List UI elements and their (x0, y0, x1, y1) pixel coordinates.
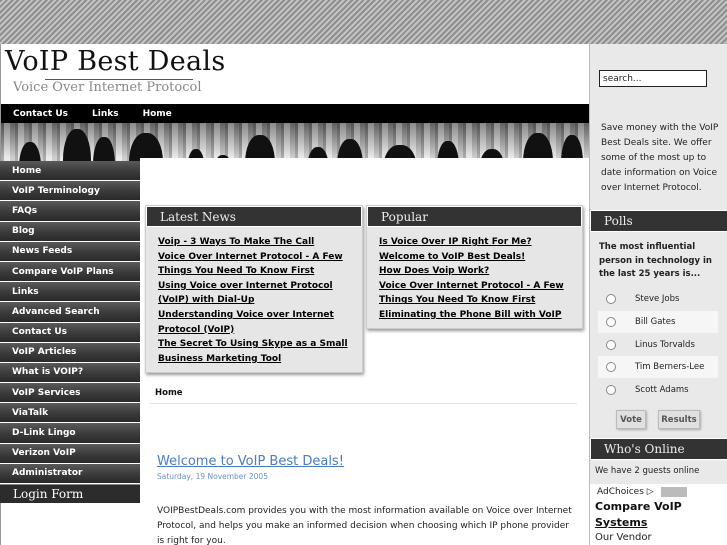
radio-button[interactable] (606, 294, 616, 304)
whos-online-heading: Who's Online (590, 438, 727, 460)
radio-button[interactable] (606, 362, 616, 372)
latest-news-link[interactable]: The Secret To Using Skype as a Small Bus… (158, 339, 348, 364)
adchoices-text: AdChoices (597, 487, 644, 497)
ad-body-text: Our Vendor (595, 532, 652, 543)
list-item: Is Voice Over IP Right For Me? (379, 235, 572, 250)
adchoices-label[interactable]: AdChoices ▷ (597, 487, 654, 497)
poll-option[interactable]: Linus Torvalds (598, 334, 718, 356)
popular-heading: Popular (367, 206, 582, 227)
promo-text: Save money with the VoIP Best Deals site… (601, 123, 719, 193)
popular-link[interactable]: Eliminating the Phone Bill with VoIP (379, 310, 562, 320)
ad-title[interactable]: Compare VoIP Systems (595, 499, 682, 530)
leftnav-item-links[interactable]: Links (0, 282, 140, 303)
popular-link[interactable]: Is Voice Over IP Right For Me? (379, 237, 532, 247)
ad-title-line2: Systems (595, 515, 648, 529)
poll-option-label: Scott Adams (635, 385, 689, 395)
poll-question: The most influential person in technolog… (599, 242, 712, 279)
list-item: How Does Voip Work? (379, 264, 572, 279)
list-item: Using Voice over Internet Protocol (VoIP… (158, 279, 352, 308)
topnav-contact-us[interactable]: Contact Us (13, 109, 68, 119)
leftnav-item-administrator[interactable]: Administrator (0, 463, 140, 484)
site-subtitle: Voice Over Internet Protocol (13, 80, 202, 95)
poll-option[interactable]: Steve Jobs (598, 288, 718, 310)
ad-block: AdChoices ▷ Compare VoIP Systems Our Ven… (590, 484, 727, 545)
latest-news-box: Latest News Voip - 3 Ways To Make The Ca… (145, 205, 363, 373)
left-nav: Home VoIP Terminology FAQs Blog News Fee… (0, 161, 140, 503)
poll-option-label: Linus Torvalds (635, 340, 695, 350)
latest-news-link[interactable]: Using Voice over Internet Protocol (VoIP… (158, 281, 333, 306)
leftnav-item-home[interactable]: Home (0, 161, 140, 182)
online-count-text: We have 2 guests online (595, 466, 700, 476)
popular-box: Popular Is Voice Over IP Right For Me? W… (366, 205, 583, 329)
poll-option[interactable]: Tim Berners-Lee (598, 356, 718, 378)
poll-option[interactable]: Scott Adams (598, 379, 718, 401)
breadcrumb: Home (155, 388, 183, 398)
right-sidebar: Save money with the VoIP Best Deals site… (589, 44, 727, 545)
title-underline (45, 79, 193, 80)
list-item: Understanding Voice over Internet Protoc… (158, 308, 352, 337)
radio-button[interactable] (606, 385, 616, 395)
radio-button[interactable] (606, 317, 616, 327)
list-item: Voice Over Internet Protocol - A Few Thi… (379, 279, 572, 308)
article-title[interactable]: Welcome to VoIP Best Deals! (157, 454, 344, 469)
latest-news-link[interactable]: Understanding Voice over Internet Protoc… (158, 310, 334, 335)
latest-news-heading: Latest News (146, 206, 362, 227)
leftnav-item-what-is-voip[interactable]: What is VOIP? (0, 362, 140, 384)
list-item: Welcome to VoIP Best Deals! (379, 250, 572, 265)
popular-list: Is Voice Over IP Right For Me? Welcome t… (367, 227, 582, 327)
leftnav-item-voip-articles[interactable]: VoIP Articles (0, 342, 140, 363)
search-input[interactable] (599, 70, 707, 87)
leftnav-item-d-link-lingo[interactable]: D-Link Lingo (0, 423, 140, 444)
login-form-heading: Login Form (0, 484, 140, 503)
latest-news-link[interactable]: Voice Over Internet Protocol - A Few Thi… (158, 252, 343, 277)
results-button[interactable]: Results (658, 410, 700, 429)
site-brand[interactable]: VoIP Best Deals Voice Over Internet Prot… (5, 46, 226, 95)
leftnav-item-contact-us[interactable]: Contact Us (0, 322, 140, 343)
leftnav-item-blog[interactable]: Blog (0, 221, 140, 242)
leftnav-item-voip-services[interactable]: VoIP Services (0, 383, 140, 404)
popular-link[interactable]: Welcome to VoIP Best Deals! (379, 252, 525, 262)
adchoices-icon: ▷ (646, 487, 654, 497)
leftnav-item-news-feeds[interactable]: News Feeds (0, 241, 140, 262)
leftnav-item-faqs[interactable]: FAQs (0, 201, 140, 222)
top-background (0, 0, 727, 44)
article-date: Saturday, 19 November 2005 (157, 472, 268, 481)
leftnav-item-verizon-voip[interactable]: Verizon VoIP (0, 443, 140, 464)
polls-heading: Polls (590, 210, 727, 232)
popular-link[interactable]: Voice Over Internet Protocol - A Few Thi… (379, 281, 564, 306)
leftnav-item-voip-terminology[interactable]: VoIP Terminology (0, 181, 140, 202)
top-nav: Contact Us Links Home (1, 104, 590, 123)
list-item: Eliminating the Phone Bill with VoIP (379, 308, 572, 323)
article-body: VOIPBestDeals.com provides you with the … (157, 506, 572, 545)
popular-link[interactable]: How Does Voip Work? (379, 266, 489, 276)
vote-button[interactable]: Vote (616, 410, 646, 429)
breadcrumb-divider (150, 403, 577, 404)
poll-option-label: Bill Gates (635, 317, 676, 327)
topnav-links[interactable]: Links (92, 109, 119, 119)
list-item: Voice Over Internet Protocol - A Few Thi… (158, 250, 352, 279)
poll-option[interactable]: Bill Gates (598, 311, 718, 333)
poll-option-label: Tim Berners-Lee (635, 362, 705, 372)
list-item: The Secret To Using Skype as a Small Bus… (158, 337, 352, 366)
topnav-home[interactable]: Home (143, 109, 172, 119)
leftnav-item-advanced-search[interactable]: Advanced Search (0, 302, 140, 323)
site-title: VoIP Best Deals (5, 46, 226, 77)
latest-news-link[interactable]: Voip - 3 Ways To Make The Call (158, 237, 314, 247)
leftnav-item-compare-voip-plans[interactable]: Compare VoIP Plans (0, 261, 140, 283)
ad-nav-icons[interactable] (661, 487, 687, 497)
list-item: Voip - 3 Ways To Make The Call (158, 235, 352, 250)
latest-news-list: Voip - 3 Ways To Make The Call Voice Ove… (146, 227, 362, 370)
radio-button[interactable] (606, 340, 616, 350)
ad-title-line1: Compare VoIP (595, 500, 682, 513)
poll-option-label: Steve Jobs (635, 294, 680, 304)
leftnav-item-viatalk[interactable]: ViaTalk (0, 403, 140, 424)
